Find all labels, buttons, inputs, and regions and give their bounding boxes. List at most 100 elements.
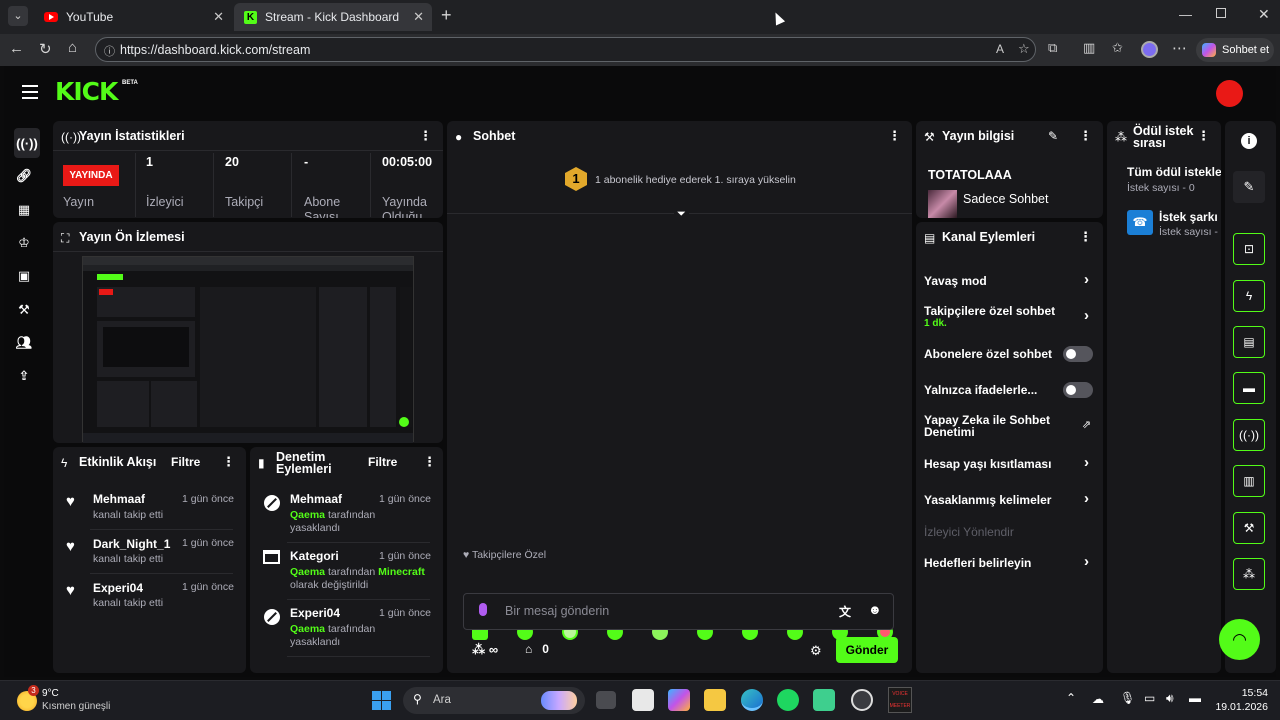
more-options-icon[interactable]: ⋮ — [419, 128, 432, 144]
panel-header: ⛶ Yayın Ön İzlemesi — [53, 222, 443, 252]
menu-hamburger-icon[interactable] — [22, 85, 38, 99]
category-icon — [263, 550, 280, 564]
tray-battery-icon[interactable]: ▬ — [1189, 691, 1201, 705]
upload-nav-icon[interactable]: ⇪ — [14, 366, 34, 386]
support-headset-icon[interactable]: ◠ — [1219, 619, 1260, 660]
more-options-icon[interactable]: ⋮ — [888, 128, 901, 144]
edit-pencil-icon[interactable]: ✎ — [1048, 129, 1058, 143]
copilot-app-icon[interactable] — [668, 689, 690, 711]
tray-cloud-icon[interactable]: ☁ — [1092, 692, 1104, 706]
show-hidden-icons[interactable]: ⌃ — [1066, 691, 1076, 705]
more-options-icon[interactable]: ⋮ — [423, 454, 436, 470]
more-options-icon[interactable]: ⋮ — [1079, 128, 1092, 144]
filter-button[interactable]: Filtre — [368, 455, 397, 469]
notes-icon[interactable]: ▤ — [1233, 326, 1265, 358]
tab-list-button[interactable]: ⌄ — [8, 6, 28, 26]
voicemeeter-icon[interactable]: VOICE MEETER — [888, 687, 912, 713]
shield-icon: ▮ — [258, 456, 265, 470]
emoji-icon[interactable]: ☻ — [868, 602, 882, 617]
panel-header: ⁂ Ödül istek sırası ⋮ — [1107, 121, 1221, 151]
favorite-star-icon[interactable]: ☆ — [1018, 41, 1030, 57]
task-view-icon[interactable] — [596, 691, 616, 709]
analytics-nav-icon[interactable]: ▦ — [14, 200, 34, 220]
activity-feed-panel: ϟ Etkinlik Akışı Filtre ⋮ ♥ Mehmaaf 1 gü… — [53, 447, 246, 673]
subs-only-toggle[interactable] — [1063, 346, 1093, 362]
taskbar-search[interactable]: ⚲ Ara — [403, 687, 585, 714]
close-tab-icon[interactable]: ✕ — [213, 9, 224, 25]
collapse-chevron-icon[interactable]: ⏷ — [674, 208, 689, 221]
screenshot-tool-icon[interactable]: ⊡ — [1233, 233, 1265, 265]
channel-points[interactable]: ⁂ ∞ — [472, 642, 498, 658]
edge-browser-icon[interactable] — [741, 689, 763, 711]
close-window-button[interactable]: ✕ — [1258, 6, 1270, 23]
filter-button[interactable]: Filtre — [171, 455, 200, 469]
more-options-icon[interactable]: ⋮ — [1079, 229, 1092, 245]
extensions-icon[interactable]: ⧉ — [1048, 40, 1057, 56]
translate-icon[interactable]: 文 — [839, 603, 851, 620]
file-explorer-icon[interactable] — [704, 689, 726, 711]
more-options-icon[interactable]: ⋮ — [1197, 128, 1210, 144]
streaming-app-icon[interactable] — [813, 689, 835, 711]
link-nav-icon[interactable]: 🔗︎ — [14, 166, 34, 186]
rank-badge-icon: 1 — [565, 167, 587, 191]
back-icon[interactable]: ← — [9, 40, 24, 57]
chat-input[interactable]: Bir mesaj gönderin 文 ☻ — [463, 593, 894, 630]
chat-tool-icon[interactable]: ▬ — [1233, 372, 1265, 404]
panel-header: ▤ Kanal Eylemleri ⋮ — [916, 222, 1103, 252]
panel-title: Ödül istek sırası — [1133, 124, 1194, 150]
search-highlight-image — [541, 691, 577, 710]
live-label: Yayın — [63, 195, 95, 209]
url-input[interactable]: ⓘ https://dashboard.kick.com/stream A ☆ — [95, 37, 1036, 62]
split-screen-icon[interactable]: ▥ — [1083, 40, 1095, 56]
tray-display-icon[interactable]: ▭ — [1144, 691, 1155, 705]
wrench-tool-icon[interactable]: ⚒ — [1233, 512, 1265, 544]
quick-action-icon[interactable]: ϟ — [1233, 280, 1265, 312]
tray-mic-icon[interactable]: 🎙︎ — [1120, 691, 1135, 705]
store-app-icon[interactable] — [632, 689, 654, 711]
info-icon[interactable]: i — [1241, 133, 1257, 149]
tab-youtube[interactable]: YouTube ✕ — [34, 3, 232, 31]
wrench-icon: ⚒ — [924, 130, 935, 144]
send-button[interactable]: Gönder — [836, 637, 898, 663]
broadcast-tool-icon[interactable]: ((·)) — [1233, 419, 1265, 451]
preview-video[interactable] — [82, 256, 414, 443]
favorites-icon[interactable]: ✩ — [1112, 40, 1123, 56]
chevron-right-icon: › — [1084, 271, 1089, 288]
maximize-button[interactable] — [1216, 8, 1226, 18]
chat-settings-icon[interactable]: ⚙ — [810, 643, 822, 659]
clock[interactable]: 15:54 19.01.2026 — [1208, 686, 1268, 714]
refresh-icon[interactable]: ↻ — [39, 40, 52, 58]
spotify-icon[interactable] — [777, 689, 799, 711]
panel-title: Sohbet — [473, 129, 516, 143]
close-tab-icon[interactable]: ✕ — [413, 9, 424, 25]
read-aloud-icon[interactable]: A — [996, 42, 1004, 56]
edit-icon[interactable]: ✎ — [1233, 171, 1265, 203]
emotes-only-toggle[interactable] — [1063, 382, 1093, 398]
tray-volume-icon[interactable]: 🔊︎ — [1166, 691, 1174, 706]
community-nav-icon[interactable]: 👥︎ — [14, 333, 34, 353]
layout-tool-icon[interactable]: ▥ — [1233, 465, 1265, 497]
tools-nav-icon[interactable]: ⚒ — [14, 300, 34, 320]
more-options-icon[interactable]: ⋮ — [222, 454, 235, 470]
library-nav-icon[interactable]: ▣ — [14, 266, 34, 286]
tab-kick-dashboard[interactable]: K Stream - Kick Dashboard ✕ — [234, 3, 432, 31]
home-icon[interactable]: ⌂ — [68, 39, 77, 56]
store-button[interactable]: ⌂ 0 — [525, 642, 549, 656]
viewer-label: İzleyici — [146, 195, 184, 209]
site-info-icon[interactable]: ⓘ — [104, 43, 115, 59]
start-button[interactable] — [372, 691, 391, 710]
live-indicator-dot[interactable] — [1216, 80, 1243, 107]
profile-avatar[interactable] — [1141, 41, 1158, 58]
more-menu-icon[interactable]: ⋯ — [1172, 39, 1187, 57]
copilot-icon — [1202, 43, 1216, 57]
obs-icon[interactable] — [851, 689, 873, 711]
new-tab-button[interactable]: + — [441, 5, 452, 26]
minimize-button[interactable]: — — [1179, 7, 1192, 22]
ban-icon — [264, 609, 280, 625]
points-tool-icon[interactable]: ⁂ — [1233, 558, 1265, 590]
microphone-icon[interactable] — [479, 603, 487, 616]
kick-logo[interactable]: KICK — [55, 79, 118, 105]
copilot-button[interactable]: Sohbet et — [1196, 38, 1274, 62]
trophy-nav-icon[interactable]: ♔ — [14, 233, 34, 253]
stream-nav-icon[interactable]: ((·)) — [14, 128, 40, 158]
